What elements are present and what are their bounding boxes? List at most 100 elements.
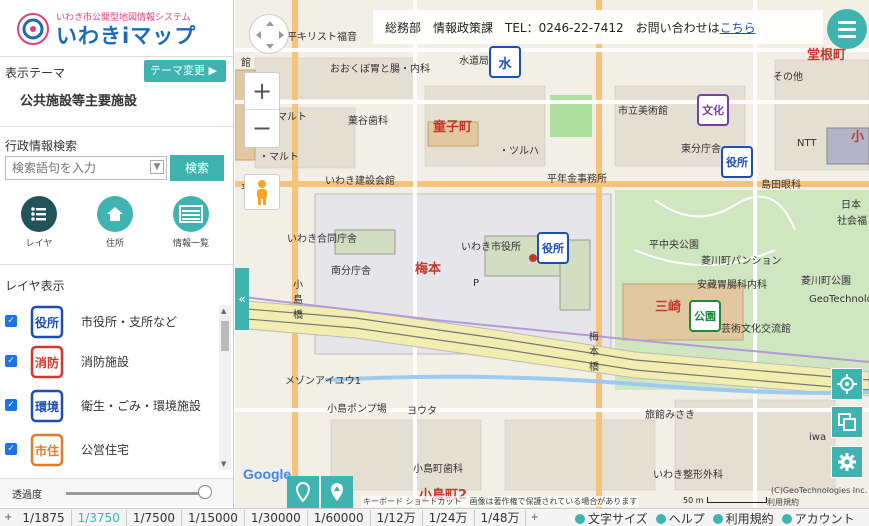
account-link[interactable]: アカウント [781,510,855,526]
terms-link[interactable]: 利用規約 [712,510,774,526]
city-hall-marker[interactable]: 役所 [537,232,569,264]
logo-title: いわきiマップ [56,24,197,48]
scale-next-icon[interactable]: + [526,512,542,523]
layer-scrollbar[interactable]: ▲ ▼ [219,305,231,470]
opacity-slider-handle[interactable] [198,485,212,499]
hamburger-icon [838,20,856,24]
nav-layers[interactable]: レイヤ [9,196,69,249]
scale-option[interactable]: 1/30000 [245,509,308,526]
map-label: 平年金事務所 [547,174,607,185]
map-label: ヨウタ [407,406,437,417]
scroll-down-icon[interactable]: ▼ [221,460,226,468]
app-logo[interactable]: いわき市公開型地図情報システム いわきiマップ [14,8,219,50]
divider [0,126,233,127]
scale-option[interactable]: 1/48万 [475,509,527,526]
nav-info-list[interactable]: 情報一覧 [161,196,221,249]
checkbox-icon[interactable]: ✓ [5,443,17,455]
layer-item[interactable]: ✓ 環境 衛生・ごみ・環境施設 [5,386,215,426]
map-view[interactable]: 平キリスト福音 おおくぼ胃と腸・内科 水道局 りのマルト 菓谷歯科 童子町 市立… [235,0,869,508]
map-label: 平中央公園 [649,240,699,251]
map-label: いわき市役所 [461,242,521,253]
fire-station-icon: 消防 [30,345,64,379]
layer-label: 公営住宅 [81,443,130,457]
search-input[interactable] [6,157,146,179]
map-label: NTT [797,138,817,149]
map-copyright: (C)GeoTechnologies Inc. [771,486,868,495]
map-attribution[interactable]: キーボード ショートカット 画像は著作権で保護されている場合があります [361,496,640,507]
map-label: 南分庁舎 [331,266,371,277]
settings-button[interactable] [831,446,863,478]
footer-links: 文字サイズ ヘルプ 利用規約 アカウント [575,509,855,526]
scale-option[interactable]: 1/1875 [16,509,72,526]
search-button[interactable]: 検索 [170,155,224,181]
scale-option-active[interactable]: 1/3750 [72,509,127,526]
checkbox-icon[interactable]: ✓ [5,315,17,327]
environment-facility-icon: 環境 [30,389,64,423]
sidebar-collapse-button[interactable]: « [235,268,249,330]
culture-facility-marker[interactable]: 文化 [697,94,729,126]
map-label: 三崎 [655,300,682,315]
copy-windows-icon [838,413,856,431]
checkbox-icon[interactable]: ✓ [5,399,17,411]
divider [0,56,233,57]
map-label: 水道局 [459,56,489,67]
scale-option[interactable]: 1/12万 [371,509,423,526]
scroll-up-icon[interactable]: ▲ [221,307,226,315]
theme-name: 公共施設等主要施設 [20,94,138,109]
theme-change-button[interactable]: テーマ変更 ▶ [144,60,226,82]
layer-heading: レイヤ表示 [5,279,65,293]
scale-option[interactable]: 1/60000 [308,509,371,526]
city-emblem-icon [17,13,49,45]
scale-option[interactable]: 1/24万 [423,509,475,526]
map-label: 東分庁舎 [681,144,721,155]
map-label: メゾンアイユウ1 [285,376,362,387]
scale-bar [707,497,767,503]
zoom-out-button[interactable]: − [245,110,279,147]
park-marker[interactable]: 公園 [689,300,721,332]
locate-button[interactable] [831,368,863,400]
layer-item[interactable]: ✓ 役所 市役所・支所など [5,302,215,342]
window-toggle-button[interactable] [831,406,863,438]
scale-prev-icon[interactable]: + [0,512,16,523]
pin-icon [296,482,310,502]
navigate-button[interactable] [321,476,353,508]
map-terms-link[interactable]: 利用規約 [767,497,799,508]
scale-option[interactable]: 1/15000 [182,509,245,526]
map-label: 芸術文化交流館 [721,324,791,335]
layers-icon [21,196,57,232]
opacity-control: 透過度 [0,478,233,506]
map-label: おおくぼ胃と腸・内科 [330,64,430,75]
street-view-pegman-icon[interactable] [244,174,280,210]
layer-item[interactable]: ✓ 消防 消防施設 [5,342,215,382]
map-label: いわき合同庁舎 [287,234,357,245]
nav-address[interactable]: 住所 [85,196,145,249]
layer-item[interactable]: ✓ 市住 公営住宅 [5,430,215,470]
layer-label: 市役所・支所など [81,315,178,329]
contact-link[interactable]: こちら [720,21,756,35]
map-label: その他 [773,72,803,83]
map-label: 館 [241,58,251,69]
east-office-marker[interactable]: 役所 [721,146,753,178]
opacity-slider[interactable] [66,492,210,495]
help-link[interactable]: ヘルプ [655,510,705,526]
search-field: ▼ [5,156,167,180]
zoom-in-button[interactable]: + [245,73,279,110]
search-dropdown-icon[interactable]: ▼ [150,160,164,174]
public-housing-icon: 市住 [30,433,64,467]
pin-button[interactable] [287,476,319,508]
pan-control[interactable] [249,14,289,54]
map-label: 安藏胃腸科内科 [697,280,767,291]
map-label: 小島橋 [293,280,303,321]
svg-text:環境: 環境 [35,399,59,414]
map-label: GeoTechnologies Inc. [809,294,869,305]
map-label: 菱川町公園 [801,276,851,287]
map-label: 旅館みさき [645,410,695,421]
scroll-thumb[interactable] [221,321,229,351]
checkbox-icon[interactable]: ✓ [5,355,17,367]
water-facility-marker[interactable]: 水 [489,46,521,78]
divider [0,264,233,265]
menu-button[interactable] [827,9,867,49]
scale-option[interactable]: 1/7500 [127,509,183,526]
font-size-link[interactable]: 文字サイズ [575,510,648,526]
opacity-label: 透過度 [12,490,42,501]
